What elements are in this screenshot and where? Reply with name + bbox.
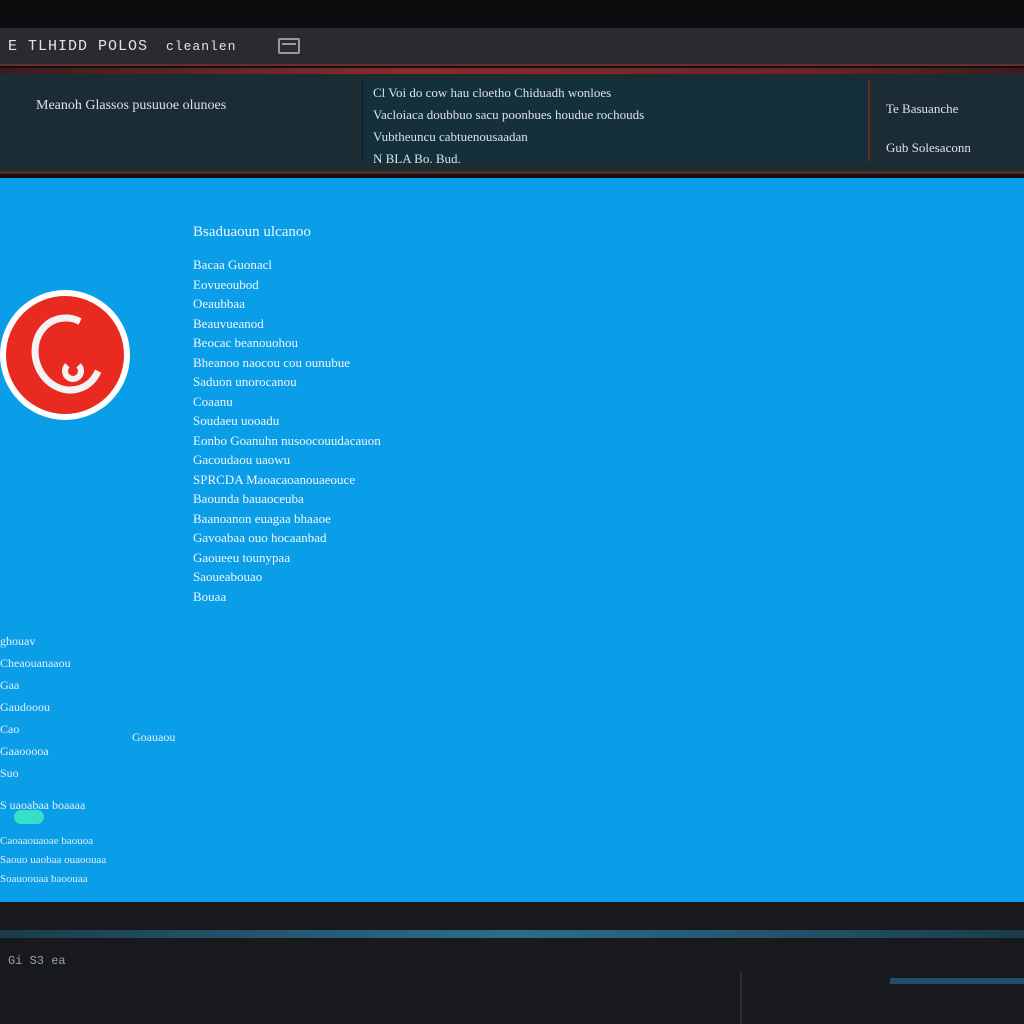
info-detail-line: Vubtheuncu cabtuenousaadan [373,129,528,144]
content-line[interactable]: Gavoabaa ouo hocaanbad [193,528,503,548]
content-line[interactable]: Oeaubbaa [193,294,503,314]
content-line[interactable]: Saoueabouao [193,567,503,587]
info-secondary-line: Gub Solesaconn [886,140,971,155]
content-line[interactable]: Gacoudaou uaowu [193,450,503,470]
footer-line: Caoaaouaoae baouoa [0,835,94,847]
status-text: Gi S3 ea [8,954,66,968]
side-panel: ghouav Cheaouanaaou Gaa Gaudooou Cao Gaa… [0,630,230,816]
content-line[interactable]: Beocac beanouohou [193,333,503,353]
info-detail-line: Vacloiaca doubbuo sacu poonbues houdue r… [373,107,645,122]
content-line[interactable]: Eovueoubod [193,275,503,295]
info-detail-line: N BLA Bo. Bud. [373,151,461,166]
app-logo-icon[interactable] [0,290,130,420]
logo-glyph-tail [62,360,84,382]
info-detail-line: Cl Voi do cow hau cloetho Chiduadh wonlo… [373,85,612,100]
footer-line: Saouo uaobaa ouaoouaa [0,854,107,866]
content-line[interactable]: Beauvueanod [193,314,503,334]
info-text: Meanoh Glassos pusuuoe olunoes [36,98,227,113]
side-item[interactable]: Cao [0,718,230,740]
content-panel: Bsaduaoun ulcanoo Bacaa Guonacl Eovueoub… [193,224,503,606]
content-line[interactable]: Gaoueeu tounypaa [193,548,503,568]
bottom-bezel: Gi S3 ea [0,902,1024,1024]
app-subtitle: cleanlen [166,38,237,54]
footer-text: Caoaaouaoae baouoa Saouo uaobaa ouaoouaa… [0,832,106,889]
info-secondary-line: Te Basuanche [886,101,959,116]
info-cell-details[interactable]: Cl Voi do cow hau cloetho Chiduadh wonlo… [362,80,868,166]
content-line[interactable]: Baounda bauaoceuba [193,489,503,509]
content-line[interactable]: Eonbo Goanuhn nusoocouudacauon [193,431,503,451]
menubar: E TLHIDD POLOS cleanlen [0,28,1024,66]
side-value: Goauaou [132,730,176,744]
info-bar: Meanoh Glassos pusuuoe olunoes Cl Voi do… [0,74,1024,174]
bezel-divider [740,972,742,1024]
titlebar [0,0,1024,28]
content-heading: Bsaduaoun ulcanoo [193,224,311,240]
content-line[interactable]: Baanoanon euagaa bhaaoe [193,509,503,529]
content-line[interactable]: Coaanu [193,392,503,412]
logo-glyph [20,304,116,404]
content-line[interactable]: Soudaeu uooadu [193,411,503,431]
window-icon[interactable] [278,38,301,54]
app-title: E TLHIDD POLOS [8,37,149,55]
side-item[interactable]: Cheaouanaaou [0,652,230,674]
info-cell-primary[interactable]: Meanoh Glassos pusuuoe olunoes [0,80,362,161]
side-item[interactable]: Suo [0,762,230,784]
status-strip [0,930,1024,938]
side-item[interactable]: ghouav [0,630,230,652]
side-item[interactable]: Gaaooooa [0,740,230,762]
content-line[interactable]: SPRCDA Maoacaoanouaeouce [193,470,503,490]
logo-ring [6,296,124,414]
info-cell-secondary[interactable]: Te Basuanche Gub Solesaconn [868,80,1024,161]
content-line[interactable]: Saduon unorocanou [193,372,503,392]
bezel-accent [890,978,1024,984]
footer-line: Soauoouaa baoouaa [0,873,88,885]
content-line[interactable]: Bacaa Guonacl [193,255,503,275]
content-line[interactable]: Bouaa [193,587,503,607]
main-screen: Bsaduaoun ulcanoo Bacaa Guonacl Eovueoub… [0,178,1024,902]
content-line[interactable]: Bheanoo naocou cou ounubue [193,353,503,373]
toggle-switch[interactable] [14,810,44,824]
side-item[interactable]: Gaudooou [0,696,230,718]
side-item[interactable]: Gaa [0,674,230,696]
